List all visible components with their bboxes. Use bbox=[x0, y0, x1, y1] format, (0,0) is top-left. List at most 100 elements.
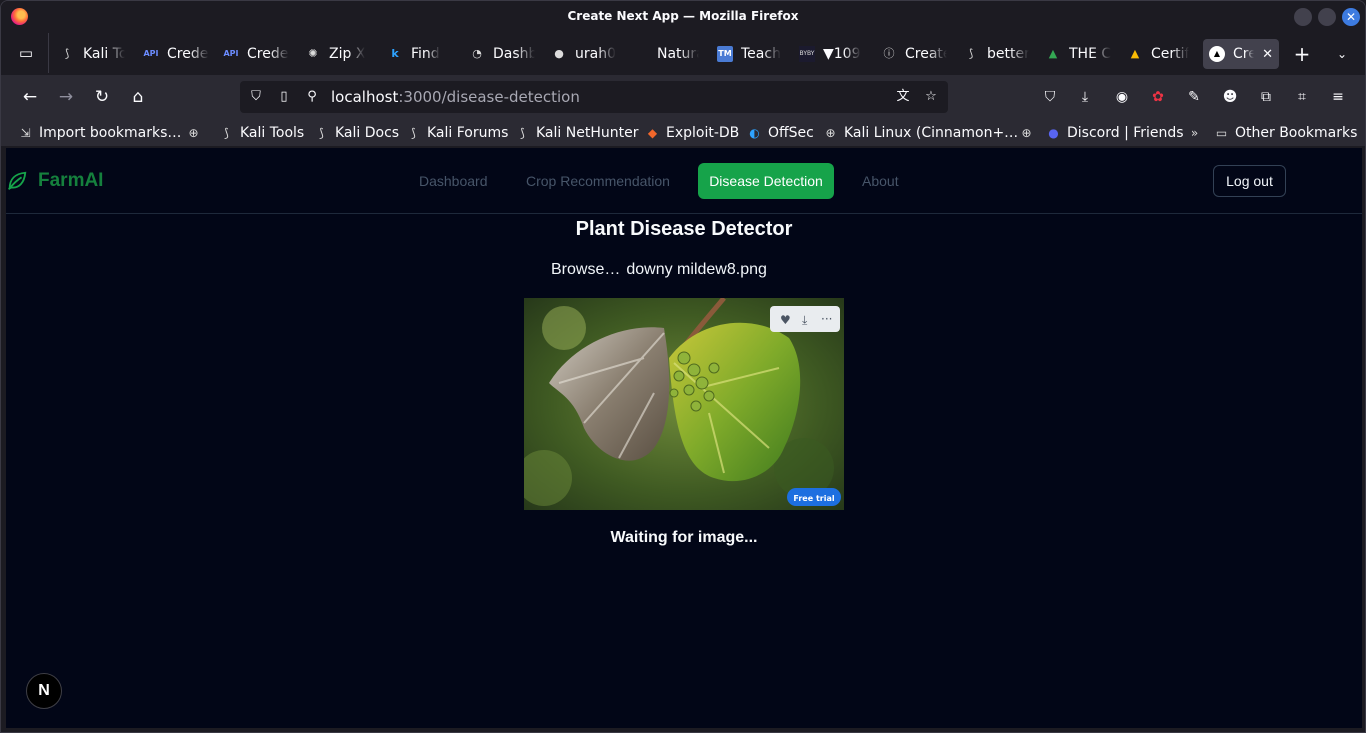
kali-dragon-icon: ⟆ bbox=[224, 125, 229, 140]
exploit-db-icon: ◆ bbox=[647, 125, 658, 140]
page-icon[interactable]: ▯ bbox=[275, 88, 293, 106]
new-tab-button[interactable]: + bbox=[1291, 43, 1313, 65]
url-host: localhost bbox=[331, 88, 399, 106]
info-icon: ⓘ bbox=[883, 47, 895, 60]
tab[interactable]: ✺ Zip X bbox=[299, 39, 377, 69]
web-page: FarmAI Dashboard Crop Recommendation Dis… bbox=[6, 148, 1362, 728]
tab[interactable]: ◔ Dashboard bbox=[463, 39, 541, 69]
folder-icon: ▭ bbox=[1215, 125, 1228, 140]
svg-text:⤓: ⤓ bbox=[802, 313, 808, 327]
tab[interactable]: ⟆ Kali Tools bbox=[53, 39, 131, 69]
nav-disease-detection[interactable]: Disease Detection bbox=[698, 163, 834, 199]
maximize-button[interactable] bbox=[1318, 8, 1336, 26]
bookmark-item[interactable]: ⊕ bbox=[186, 124, 207, 142]
tm-icon: TM bbox=[717, 46, 733, 62]
file-input[interactable]: Browse… downy mildew8.png bbox=[551, 261, 767, 279]
firefox-view-icon[interactable]: ▭ bbox=[15, 44, 37, 64]
bookmark-star-icon[interactable]: ☆ bbox=[922, 88, 940, 106]
bookmark-item[interactable]: ● Discord | Friends bbox=[1046, 124, 1183, 142]
more-bookmarks-button[interactable]: » bbox=[1187, 124, 1208, 142]
tab-separator bbox=[48, 33, 49, 73]
translate-icon[interactable]: 文 bbox=[894, 88, 912, 106]
bookmark-item[interactable]: ⟆ Kali Forums bbox=[406, 124, 508, 142]
kali-dragon-icon: ⟆ bbox=[319, 125, 324, 140]
tab[interactable]: TM Teach bbox=[711, 39, 789, 69]
kali-dragon-icon: ⟆ bbox=[520, 125, 525, 140]
tab[interactable]: ⟆ better bbox=[957, 39, 1035, 69]
pocket-icon[interactable]: ⛉ bbox=[1040, 87, 1060, 107]
logout-button[interactable]: Log out bbox=[1213, 165, 1286, 197]
bookmark-item[interactable]: ⊕ bbox=[1019, 124, 1040, 142]
permissions-icon[interactable]: ⚲ bbox=[303, 88, 321, 106]
bookmark-item[interactable]: ◆ Exploit-DB bbox=[645, 124, 739, 142]
menu-icon[interactable]: ≡ bbox=[1328, 87, 1348, 107]
close-tab-icon[interactable]: ✕ bbox=[1262, 47, 1273, 62]
minimize-button[interactable] bbox=[1294, 8, 1312, 26]
api-icon: API bbox=[143, 49, 159, 58]
api-icon: API bbox=[223, 49, 239, 58]
import-icon: ⇲ bbox=[20, 125, 31, 140]
globe-icon: ⊕ bbox=[825, 125, 836, 140]
drive-icon: ▲ bbox=[1130, 47, 1140, 60]
tab-active[interactable]: ▲ Create Next App ✕ bbox=[1203, 39, 1279, 69]
close-window-button[interactable]: ✕ bbox=[1342, 8, 1360, 26]
owl-extension-icon[interactable]: ☻ bbox=[1220, 87, 1240, 107]
nav-dashboard[interactable]: Dashboard bbox=[419, 173, 488, 189]
tab[interactable]: API Credentials bbox=[217, 39, 295, 69]
browser-window: Create Next App — Mozilla Firefox ✕ ▭ ⟆ … bbox=[0, 0, 1366, 733]
color-extension-icon[interactable]: ✿ bbox=[1148, 87, 1168, 107]
forward-button[interactable]: → bbox=[55, 86, 77, 108]
tab[interactable]: API Credentials bbox=[137, 39, 215, 69]
image-preview: ♥ ⤓ ··· Free trial bbox=[524, 298, 844, 510]
home-button[interactable]: ⌂ bbox=[127, 86, 149, 108]
tab[interactable]: k Find bbox=[381, 39, 459, 69]
bookmark-item[interactable]: ⟆ Kali Docs bbox=[314, 124, 399, 142]
brand[interactable]: FarmAI bbox=[6, 170, 103, 192]
tab-bar: ▭ ⟆ Kali Tools API Credentials API Crede… bbox=[1, 33, 1365, 75]
openai-icon: ✺ bbox=[308, 47, 318, 60]
bookmark-item[interactable]: ⟆ Kali Tools bbox=[219, 124, 304, 142]
url-path: :3000/disease-detection bbox=[398, 88, 580, 106]
app-header: FarmAI Dashboard Crop Recommendation Dis… bbox=[6, 148, 1362, 214]
reload-button[interactable]: ↻ bbox=[91, 86, 113, 108]
drive-icon: ▲ bbox=[1048, 47, 1058, 60]
list-all-tabs-icon[interactable]: ⌄ bbox=[1333, 45, 1351, 63]
status-text: Waiting for image... bbox=[610, 529, 758, 546]
dashboard-icon: ◔ bbox=[472, 47, 482, 60]
tab[interactable]: ⓘ Create bbox=[875, 39, 953, 69]
free-trial-badge: Free trial bbox=[793, 494, 834, 503]
tab[interactable]: Natural bbox=[627, 39, 705, 69]
kali-dragon-icon: ⟆ bbox=[968, 47, 974, 60]
k-icon: k bbox=[391, 47, 399, 60]
bookmark-item[interactable]: ⟆ Kali NetHunter bbox=[515, 124, 638, 142]
downloads-icon[interactable]: ⤓ bbox=[1075, 87, 1095, 107]
globe-icon: ⊕ bbox=[1021, 125, 1032, 140]
bookmarks-toolbar: ⇲ Import bookmarks… ⊕ ⟆ Kali Tools ⟆ Kali D… bbox=[1, 119, 1365, 147]
crop-icon[interactable]: ⌗ bbox=[1292, 87, 1312, 107]
tab[interactable]: ▲ THE C bbox=[1039, 39, 1117, 69]
extensions-icon[interactable]: ⧉ bbox=[1256, 87, 1276, 107]
byby-icon: BYBY bbox=[799, 46, 815, 62]
account-icon[interactable]: ◉ bbox=[1112, 87, 1132, 107]
bookmark-item[interactable]: ◐ OffSec bbox=[747, 124, 814, 142]
tab[interactable]: ● urah0 bbox=[545, 39, 623, 69]
navigation-toolbar: ← → ↻ ⌂ ⛉ ▯ ⚲ localhost:3000/disease-det… bbox=[1, 75, 1365, 119]
nav-about[interactable]: About bbox=[862, 173, 899, 189]
nav-crop-recommendation[interactable]: Crop Recommendation bbox=[526, 173, 670, 189]
bookmark-item[interactable]: ▭ Other Bookmarks bbox=[1214, 124, 1358, 142]
back-button[interactable]: ← bbox=[19, 86, 41, 108]
url-text[interactable]: localhost:3000/disease-detection bbox=[331, 88, 580, 106]
shield-icon[interactable]: ⛉ bbox=[247, 88, 265, 106]
bookmark-item[interactable]: ⇲ Import bookmarks… bbox=[18, 124, 181, 142]
globe-icon: ⊕ bbox=[188, 125, 199, 140]
next-icon: ▲ bbox=[1209, 46, 1225, 62]
browse-button[interactable]: Browse… bbox=[551, 261, 620, 279]
tab[interactable]: ▲ Certif bbox=[1121, 39, 1199, 69]
extension-badge-icon[interactable]: ✎ bbox=[1184, 87, 1204, 107]
bookmark-item[interactable]: ⊕ Kali Linux (Cinnamon+… bbox=[823, 124, 1018, 142]
title-bar: Create Next App — Mozilla Firefox ✕ bbox=[1, 1, 1365, 33]
url-bar[interactable]: ⛉ ▯ ⚲ localhost:3000/disease-detection 文… bbox=[240, 81, 948, 113]
tab[interactable]: BYBY ▼109 bbox=[793, 39, 871, 69]
leaf-icon bbox=[8, 171, 27, 190]
next-dev-tools-button[interactable]: N bbox=[26, 673, 62, 709]
